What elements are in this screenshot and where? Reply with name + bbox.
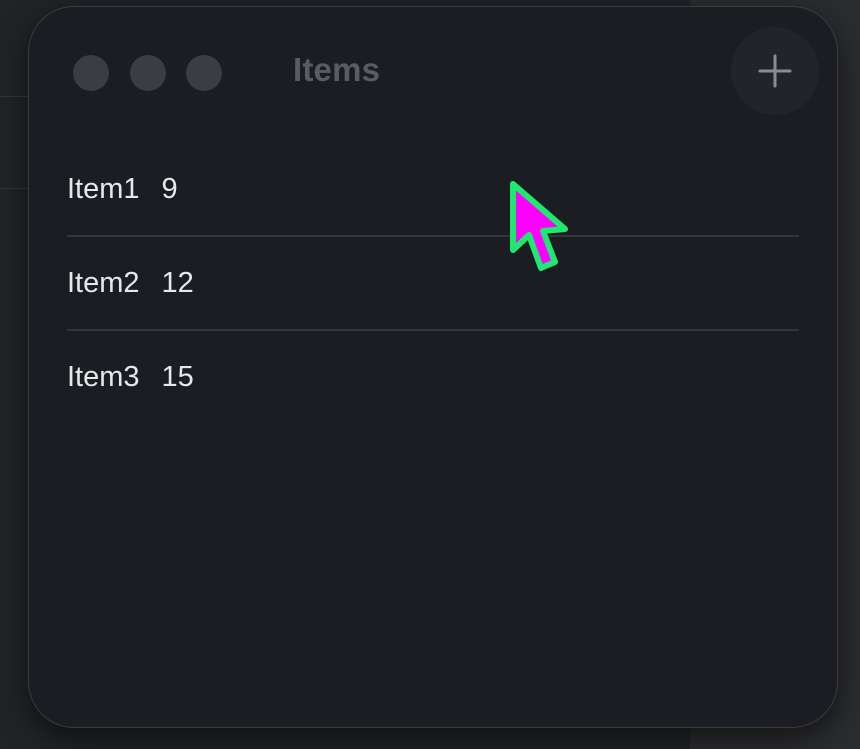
item-count: 15: [161, 360, 194, 393]
close-icon[interactable]: [73, 55, 109, 91]
item-name: Item3: [67, 360, 140, 393]
items-window: Items Item1 9 Item2 12 Item3 15: [28, 6, 838, 728]
list-item[interactable]: Item2 12: [67, 237, 799, 331]
list-item[interactable]: Item3 15: [67, 331, 799, 423]
add-item-button[interactable]: [731, 27, 819, 115]
pointer-cursor-icon: [510, 181, 568, 271]
item-count: 12: [161, 266, 194, 299]
window-title: Items: [293, 51, 381, 88]
item-count: 9: [161, 172, 178, 205]
items-list: Item1 9 Item2 12 Item3 15: [67, 143, 799, 423]
minimize-icon[interactable]: [130, 55, 166, 91]
item-name: Item2: [67, 266, 140, 299]
list-item[interactable]: Item1 9: [67, 143, 799, 237]
plus-icon: [758, 54, 792, 88]
item-name: Item1: [67, 172, 140, 205]
zoom-icon[interactable]: [186, 55, 222, 91]
